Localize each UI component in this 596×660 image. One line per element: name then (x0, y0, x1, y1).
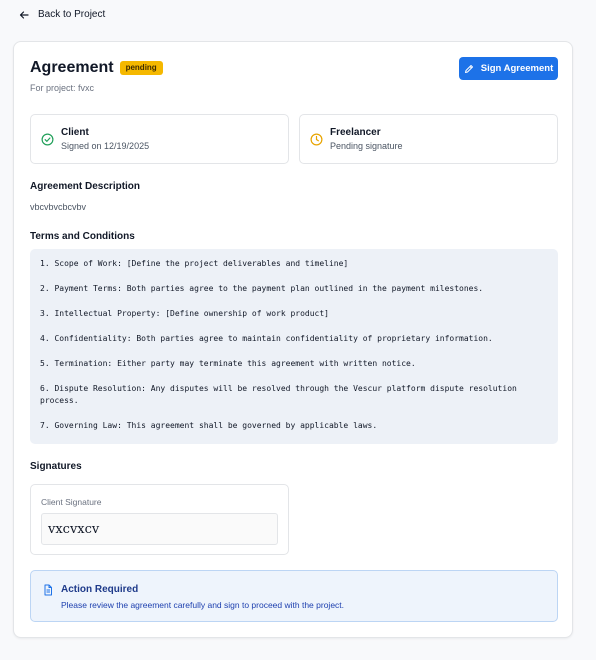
sign-agreement-label: Sign Agreement (480, 63, 554, 74)
clock-icon (310, 133, 323, 146)
terms-heading: Terms and Conditions (30, 231, 135, 242)
page-title: Agreement (30, 59, 114, 76)
client-signature-value: vxcvxcv (41, 513, 278, 545)
client-signature-card: Client Signature vxcvxcv (30, 484, 289, 555)
client-party-card: Client Signed on 12/19/2025 (30, 114, 289, 164)
document-icon (44, 584, 52, 596)
freelancer-role: Freelancer (330, 127, 381, 138)
action-required-text: Please review the agreement carefully an… (61, 600, 345, 610)
client-signature-label: Client Signature (41, 497, 102, 507)
action-required-banner: Action Required Please review the agreem… (30, 570, 558, 622)
project-subtitle: For project: fvxc (30, 83, 95, 93)
client-status: Signed on 12/19/2025 (61, 141, 150, 151)
pencil-icon (464, 64, 473, 73)
description-text: vbcvbvcbcvbv (30, 202, 87, 212)
sign-agreement-button[interactable]: Sign Agreement (459, 57, 558, 80)
freelancer-status: Pending signature (330, 141, 403, 151)
term-item: 2. Payment Terms: Both parties agree to … (40, 284, 484, 293)
back-link-label: Back to Project (38, 9, 106, 20)
check-circle-icon (41, 133, 54, 146)
term-item: 7. Governing Law: This agreement shall b… (40, 421, 378, 430)
terms-box: 1. Scope of Work: [Define the project de… (30, 249, 558, 444)
freelancer-party-card: Freelancer Pending signature (299, 114, 558, 164)
client-role: Client (61, 127, 89, 138)
term-item: 1. Scope of Work: [Define the project de… (40, 259, 349, 268)
term-item: 5. Termination: Either party may termina… (40, 359, 416, 368)
back-to-project-link[interactable]: Back to Project (19, 9, 105, 20)
term-item: 6. Dispute Resolution: Any disputes will… (40, 384, 522, 405)
action-required-title: Action Required (61, 584, 139, 595)
term-item: 4. Confidentiality: Both parties agree t… (40, 334, 493, 343)
description-heading: Agreement Description (30, 181, 141, 192)
arrow-left-icon (19, 10, 29, 19)
term-item: 3. Intellectual Property: [Define owners… (40, 309, 329, 318)
title-row: Agreement pending (30, 59, 163, 77)
signatures-heading: Signatures (30, 461, 82, 472)
status-badge: pending (119, 61, 163, 75)
agreement-card: Agreement pending For project: fvxc Sign… (13, 41, 573, 638)
